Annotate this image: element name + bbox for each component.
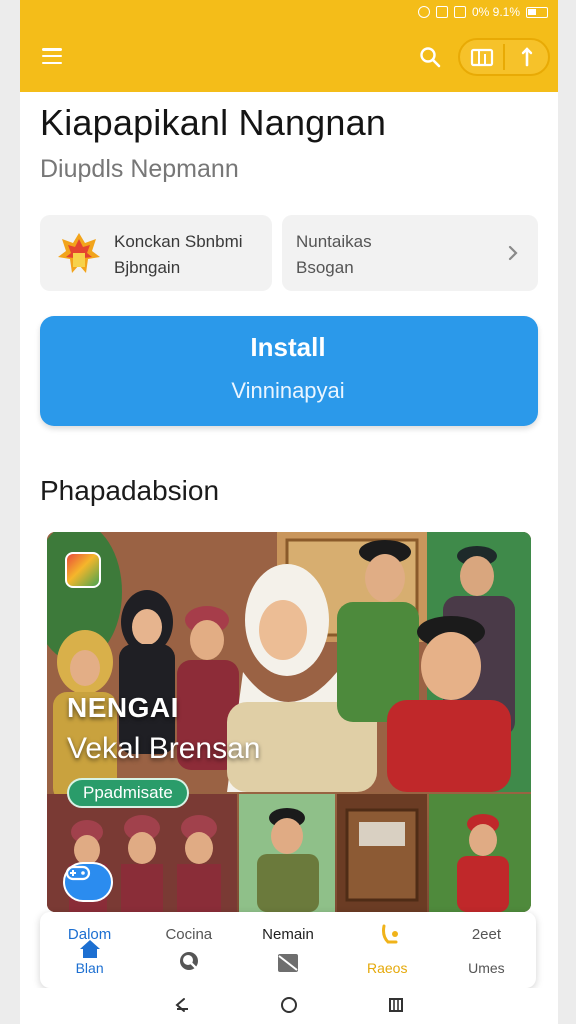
nav-item-search[interactable]: Cocina [139,912,238,988]
promo-image[interactable]: NENGAI Vekal Brensan Ppadmisate [47,532,531,912]
nav-item-home[interactable]: Dalom Blan [40,912,139,988]
battery-icon [526,6,548,18]
nav-mail-label: Nemain [262,926,314,943]
install-label: Install [250,332,326,362]
notification-icon [435,6,448,18]
nav-item-mail[interactable]: Nemain [238,912,337,988]
mail-icon [277,952,299,974]
signal-icon [453,6,466,18]
details-card[interactable]: Nuntaikas Bsogan [282,215,538,291]
developer-text: Konckan Sbnbmi Bjbngain [114,229,243,281]
chevron-right-icon [506,243,520,263]
nav-user-label: 2eet [471,926,502,943]
developer-line1: Konckan Sbnbmi [114,232,243,251]
status-text: 0% 9.1% [471,5,520,19]
promo-badge[interactable]: Ppadmisate [67,778,189,808]
nav-rocket-label: Raeos [366,960,408,976]
promo-subheadline: Vekal Brensan [67,732,261,765]
developer-line2: Bjbngain [114,258,181,277]
status-bar: 0% 9.1% [417,4,548,20]
back-icon[interactable] [172,996,192,1014]
home-circle-icon[interactable] [279,996,299,1014]
rocket-icon [376,922,399,944]
install-sub-label: Vinninapyai [231,378,345,403]
promo-headline: NENGAI [67,692,179,723]
app-bar: 0% 9.1% [20,0,558,92]
nav-item-user[interactable]: 2eet Umes [437,912,536,988]
right-edge [558,0,576,1024]
details-text: Nuntaikas Bsogan [296,229,372,281]
left-edge [0,0,20,1024]
app-icon [65,552,101,588]
app-screen: 0% 9.1% Kiapapikanl Nangnan Diupdls Nepm… [0,0,576,1024]
details-line2: Bsogan [296,258,354,277]
system-navigation [20,988,558,1024]
nav-user-sub: Umes [468,960,505,976]
header-actions [458,38,550,76]
app-subtitle: Diupdls Nepmann [40,155,239,183]
nav-item-rocket[interactable]: Raeos [338,912,437,988]
section-title: Phapadabsion [40,475,220,506]
developer-card[interactable]: Konckan Sbnbmi Bjbngain [40,215,272,291]
nav-search-label: Cocina [165,926,213,943]
hamburger-menu-icon[interactable] [40,46,64,66]
recents-icon[interactable] [386,996,406,1014]
location-icon [417,6,430,18]
share-icon[interactable] [505,40,548,74]
logo-icon [56,229,102,277]
gallery-icon[interactable] [460,40,503,74]
details-line1: Nuntaikas [296,232,372,251]
home-icon [79,938,101,960]
search-icon[interactable] [418,45,442,69]
search-icon [178,950,200,972]
game-controller-icon[interactable] [63,862,113,902]
bottom-navigation: Dalom Blan Cocina Nemain Raeos 2eet Umes [40,912,536,988]
nav-home-sub: Blan [75,960,104,976]
app-title: Kiapapikanl Nangnan [40,102,387,143]
